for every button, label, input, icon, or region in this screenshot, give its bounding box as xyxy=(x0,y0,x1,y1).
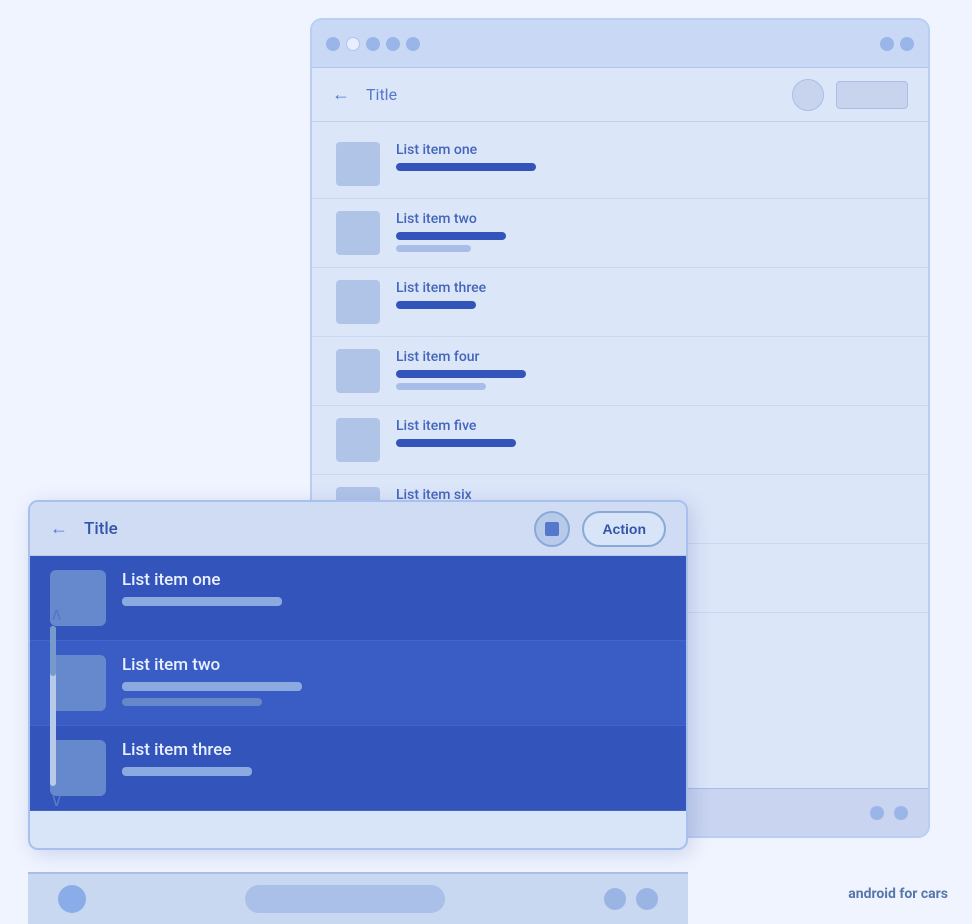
bg-titlebar xyxy=(312,20,928,68)
dot-r2 xyxy=(900,37,914,51)
fg-list: List item one List item two List item th… xyxy=(30,556,686,811)
bg-item-1-thumbnail xyxy=(336,142,380,186)
bg-toolbar: ← Title xyxy=(312,68,928,122)
fg-back-arrow-icon[interactable]: ← xyxy=(50,518,68,539)
fg-bottom-circle[interactable] xyxy=(58,885,86,913)
bg-list-item-3[interactable]: List item three xyxy=(312,268,928,337)
bg-titlebar-dots xyxy=(326,37,420,51)
bg-item-2-bar2 xyxy=(396,245,471,252)
fg-bottom-circle-right-2[interactable] xyxy=(636,888,658,910)
fg-toolbar: ← Title Action xyxy=(30,502,686,556)
bg-item-5-bar xyxy=(396,439,516,447)
fg-stop-button[interactable] xyxy=(534,511,570,547)
bg-item-4-title: List item four xyxy=(396,349,904,365)
fg-item-3-title: List item three xyxy=(122,740,666,760)
bg-item-3-thumbnail xyxy=(336,280,380,324)
fg-bottom-bar xyxy=(28,872,688,924)
scroll-up-chevron-icon[interactable]: ∧ xyxy=(50,604,63,625)
bg-item-1-bar xyxy=(396,163,536,171)
bg-list-item-5[interactable]: List item five xyxy=(312,406,928,475)
bg-stop-button[interactable] xyxy=(792,79,824,111)
bg-item-1-title: List item one xyxy=(396,142,904,158)
dot-1 xyxy=(326,37,340,51)
bg-back-arrow-icon[interactable]: ← xyxy=(332,84,350,105)
brand-suffix: for cars xyxy=(896,886,948,902)
bg-action-button[interactable] xyxy=(836,81,908,109)
scroll-down-chevron-icon[interactable]: ∨ xyxy=(50,790,63,811)
bg-item-5-thumbnail xyxy=(336,418,380,462)
fg-bottom-pill[interactable] xyxy=(245,885,445,913)
fg-item-3-thumbnail xyxy=(50,740,106,796)
brand-text: android for cars xyxy=(848,886,948,902)
dot-5 xyxy=(406,37,420,51)
fg-item-3-content: List item three xyxy=(122,740,666,776)
bg-item-4-content: List item four xyxy=(396,349,904,390)
fg-item-1-content: List item one xyxy=(122,570,666,606)
fg-scrollbar-thumb[interactable] xyxy=(50,626,56,676)
bg-item-5-title: List item five xyxy=(396,418,904,434)
fg-toolbar-title: Title xyxy=(84,519,522,539)
foreground-window: ← Title Action List item one List item t… xyxy=(28,500,688,850)
bg-item-3-bar xyxy=(396,301,476,309)
bg-titlebar-dots-right xyxy=(880,37,914,51)
bg-item-5-content: List item five xyxy=(396,418,904,447)
bg-item-2-content: List item two xyxy=(396,211,904,252)
dot-4 xyxy=(386,37,400,51)
bg-item-3-content: List item three xyxy=(396,280,904,309)
stop-icon xyxy=(545,522,559,536)
fg-item-2-content: List item two xyxy=(122,655,666,706)
fg-item-3-bar xyxy=(122,767,252,776)
fg-item-2-title: List item two xyxy=(122,655,666,675)
fg-item-1-title: List item one xyxy=(122,570,666,590)
bg-item-2-bar xyxy=(396,232,506,240)
dot-r1 xyxy=(880,37,894,51)
bg-item-2-title: List item two xyxy=(396,211,904,227)
bg-item-3-title: List item three xyxy=(396,280,904,296)
bg-item-4-thumbnail xyxy=(336,349,380,393)
bg-item-2-thumbnail xyxy=(336,211,380,255)
bg-item-4-bar xyxy=(396,370,526,378)
bg-bottom-dot2 xyxy=(894,806,908,820)
bg-bottom-dot1 xyxy=(870,806,884,820)
bg-item-1-content: List item one xyxy=(396,142,904,171)
fg-bottom-circle-right-1[interactable] xyxy=(604,888,626,910)
fg-item-2-bar xyxy=(122,682,302,691)
fg-item-1-bar xyxy=(122,597,282,606)
fg-list-item-1[interactable]: List item one xyxy=(30,556,686,641)
fg-action-button[interactable]: Action xyxy=(582,511,666,547)
dot-3 xyxy=(366,37,380,51)
bg-list-item-4[interactable]: List item four xyxy=(312,337,928,406)
dot-2 xyxy=(346,37,360,51)
fg-scrollbar-track[interactable] xyxy=(50,626,56,786)
fg-list-item-3[interactable]: List item three xyxy=(30,726,686,811)
fg-item-2-thumbnail xyxy=(50,655,106,711)
bg-item-4-bar2 xyxy=(396,383,486,390)
bg-list-item-1[interactable]: List item one xyxy=(312,130,928,199)
bg-toolbar-title: Title xyxy=(366,85,780,104)
fg-list-item-2[interactable]: List item two xyxy=(30,641,686,726)
fg-item-2-bar2 xyxy=(122,698,262,706)
fg-bottom-circles-right xyxy=(604,888,658,910)
bg-list-item-2[interactable]: List item two xyxy=(312,199,928,268)
brand-android: android xyxy=(848,886,896,902)
